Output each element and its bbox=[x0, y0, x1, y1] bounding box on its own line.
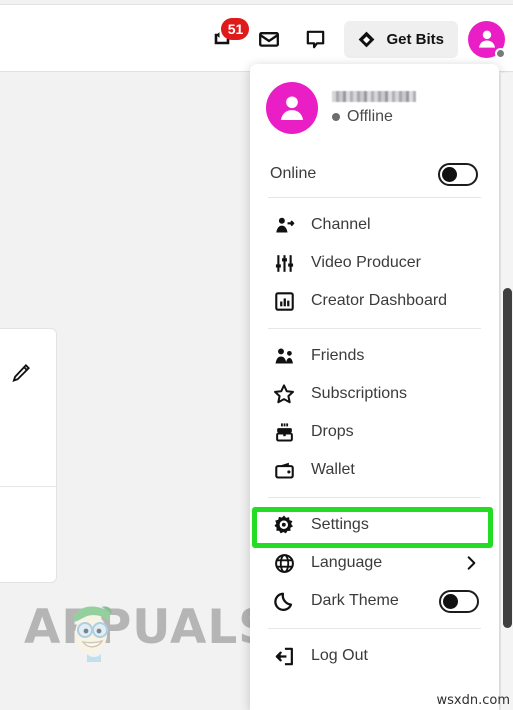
menu-item-language[interactable]: Language bbox=[250, 544, 499, 582]
get-bits-label: Get Bits bbox=[386, 30, 444, 48]
inbox-icon bbox=[257, 27, 281, 51]
topbar-actions: 51 Get Bits bbox=[200, 5, 506, 73]
menu-item-label: Language bbox=[311, 554, 383, 571]
globe-icon bbox=[272, 553, 296, 574]
menu-item-label: Dark Theme bbox=[311, 592, 399, 609]
menu-group-social: Friends Subscriptions Drops Wallet bbox=[250, 329, 499, 497]
avatar-button[interactable] bbox=[468, 20, 506, 59]
whispers-button[interactable] bbox=[292, 16, 338, 62]
status-dot bbox=[332, 112, 340, 121]
top-navigation-bar: 51 Get Bits bbox=[0, 4, 513, 72]
settings-highlight-wrap: Settings bbox=[250, 506, 499, 548]
drops-chest-icon bbox=[272, 422, 296, 443]
left-content-card bbox=[0, 328, 57, 583]
menu-item-label: Wallet bbox=[311, 461, 355, 478]
star-icon bbox=[272, 383, 296, 405]
account-dropdown-menu: Offline Online Channel Video Producer Cr… bbox=[250, 64, 499, 710]
menu-user-header: Offline bbox=[250, 64, 499, 134]
friends-icon bbox=[272, 346, 296, 367]
menu-group-preferences: Settings Language Dark Theme bbox=[250, 498, 499, 628]
dark-theme-toggle[interactable] bbox=[439, 589, 479, 613]
wallet-icon bbox=[272, 460, 296, 481]
menu-item-creator-dashboard[interactable]: Creator Dashboard bbox=[250, 282, 499, 320]
sliders-icon bbox=[272, 253, 296, 274]
menu-group-session: Log Out bbox=[250, 629, 499, 683]
menu-item-log-out[interactable]: Log Out bbox=[250, 637, 499, 675]
menu-item-friends[interactable]: Friends bbox=[250, 337, 499, 375]
bits-diamond-icon bbox=[356, 29, 377, 50]
page-scrollbar-track[interactable] bbox=[501, 73, 513, 710]
pencil-icon[interactable] bbox=[10, 362, 32, 384]
chart-box-icon bbox=[272, 291, 296, 312]
menu-item-label: Subscriptions bbox=[311, 385, 408, 402]
avatar-status-dot bbox=[495, 47, 506, 59]
menu-item-settings[interactable]: Settings bbox=[250, 506, 499, 544]
menu-item-label: Settings bbox=[311, 516, 369, 533]
toggle-knob bbox=[443, 593, 458, 609]
notifications-button[interactable]: 51 bbox=[200, 16, 250, 62]
menu-item-dark-theme[interactable]: Dark Theme bbox=[250, 582, 499, 620]
moon-icon bbox=[272, 591, 296, 612]
appuals-mascot-icon bbox=[61, 596, 121, 662]
notifications-badge: 51 bbox=[221, 18, 250, 40]
menu-item-label: Video Producer bbox=[311, 254, 421, 271]
site-watermark: wsxdn.com bbox=[436, 693, 511, 708]
menu-item-label: Channel bbox=[311, 216, 371, 233]
menu-item-label: Log Out bbox=[311, 647, 368, 664]
get-bits-button[interactable]: Get Bits bbox=[344, 20, 458, 58]
card-divider bbox=[0, 486, 56, 487]
user-avatar-icon bbox=[274, 90, 310, 126]
menu-avatar[interactable] bbox=[266, 82, 318, 134]
logout-icon bbox=[272, 646, 296, 667]
menu-item-label: Friends bbox=[311, 347, 365, 364]
online-label: Online bbox=[270, 165, 317, 182]
online-toggle[interactable] bbox=[438, 162, 478, 186]
menu-user-info: Offline bbox=[332, 90, 416, 126]
inbox-button[interactable] bbox=[246, 16, 292, 62]
gear-icon bbox=[272, 514, 296, 536]
menu-item-wallet[interactable]: Wallet bbox=[250, 451, 499, 489]
menu-item-channel[interactable]: Channel bbox=[250, 206, 499, 244]
user-status: Offline bbox=[332, 108, 416, 126]
online-toggle-row[interactable]: Online bbox=[250, 151, 499, 197]
channel-person-icon bbox=[272, 215, 296, 236]
screenshot-root: 51 Get Bits APPUALS Offline Online Chann… bbox=[0, 0, 513, 710]
menu-item-drops[interactable]: Drops bbox=[250, 413, 499, 451]
menu-item-label: Creator Dashboard bbox=[311, 292, 448, 309]
menu-item-subscriptions[interactable]: Subscriptions bbox=[250, 375, 499, 413]
menu-group-creator: Channel Video Producer Creator Dashboard bbox=[250, 198, 499, 328]
menu-item-video-producer[interactable]: Video Producer bbox=[250, 244, 499, 282]
toggle-knob bbox=[442, 166, 457, 182]
appuals-watermark: APPUALS bbox=[24, 604, 273, 662]
chevron-right-icon bbox=[463, 555, 479, 571]
menu-item-label: Drops bbox=[311, 423, 354, 440]
username-redacted bbox=[332, 90, 416, 102]
user-avatar-icon bbox=[474, 26, 500, 52]
speech-bubble-icon bbox=[304, 28, 327, 51]
page-scrollbar-thumb[interactable] bbox=[503, 288, 512, 628]
user-status-label: Offline bbox=[347, 107, 393, 125]
